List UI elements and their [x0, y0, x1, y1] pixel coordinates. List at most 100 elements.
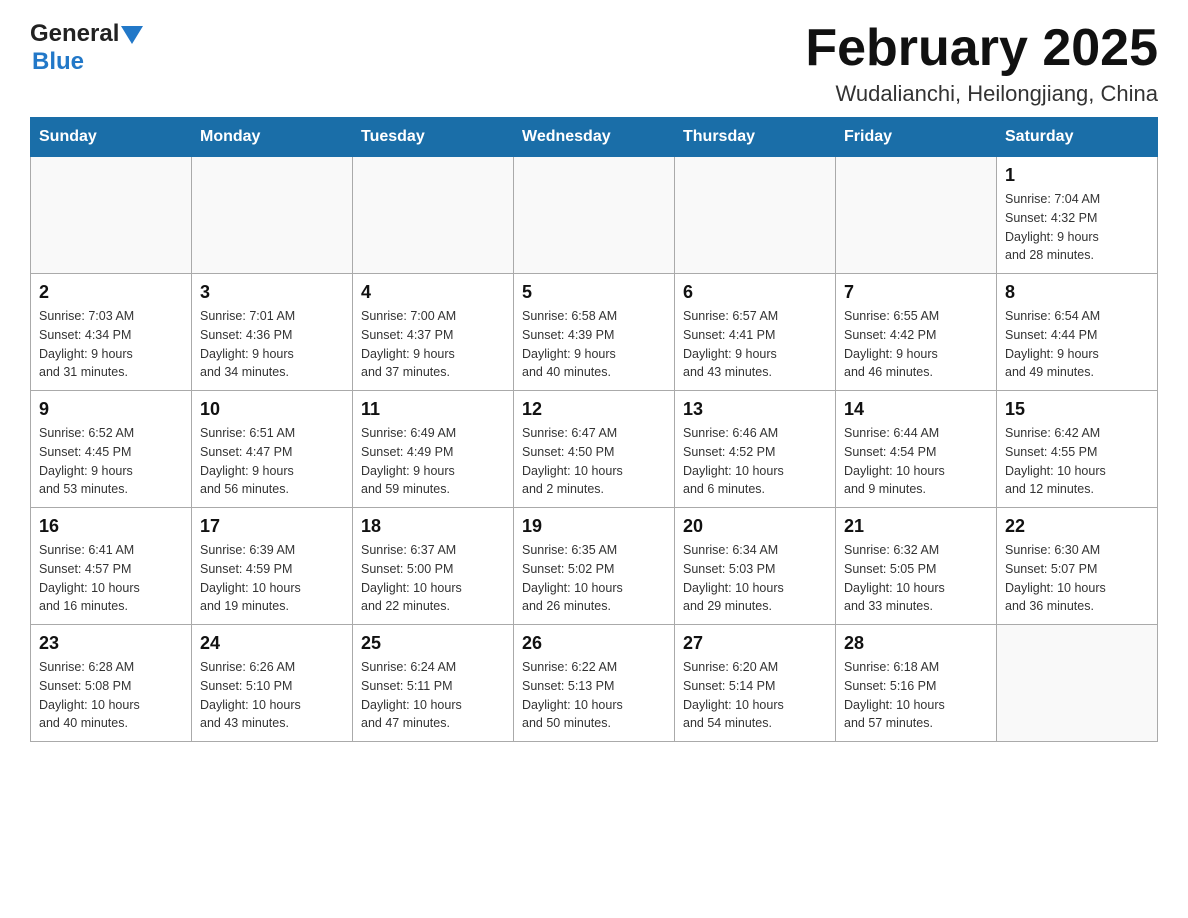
header-saturday: Saturday [997, 118, 1158, 157]
day-info: Sunrise: 6:20 AMSunset: 5:14 PMDaylight:… [683, 658, 827, 733]
day-info: Sunrise: 6:26 AMSunset: 5:10 PMDaylight:… [200, 658, 344, 733]
day-number: 5 [522, 282, 666, 303]
calendar-cell: 16 Sunrise: 6:41 AMSunset: 4:57 PMDayligh… [31, 508, 192, 625]
logo-blue-text: Blue [32, 48, 84, 76]
calendar-cell: 13Sunrise: 6:46 AMSunset: 4:52 PMDayligh… [675, 391, 836, 508]
day-info: Sunrise: 6:37 AMSunset: 5:00 PMDaylight:… [361, 541, 505, 616]
day-info: Sunrise: 6:58 AMSunset: 4:39 PMDaylight:… [522, 307, 666, 382]
calendar-cell [675, 157, 836, 274]
calendar-cell: 18 Sunrise: 6:37 AMSunset: 5:00 PMDayligh… [353, 508, 514, 625]
day-number: 17 [200, 516, 344, 537]
header-thursday: Thursday [675, 118, 836, 157]
day-info: Sunrise: 6:44 AMSunset: 4:54 PMDaylight:… [844, 424, 988, 499]
header-sunday: Sunday [31, 118, 192, 157]
calendar-title: February 2025 [805, 20, 1158, 77]
day-info: Sunrise: 6:42 AMSunset: 4:55 PMDaylight:… [1005, 424, 1149, 499]
day-number: 12 [522, 399, 666, 420]
day-info: Sunrise: 6:51 AMSunset: 4:47 PMDaylight:… [200, 424, 344, 499]
day-number: 7 [844, 282, 988, 303]
calendar-cell: 5 Sunrise: 6:58 AMSunset: 4:39 PMDaylight… [514, 274, 675, 391]
calendar-cell: 12 Sunrise: 6:47 AMSunset: 4:50 PMDayligh… [514, 391, 675, 508]
day-number: 3 [200, 282, 344, 303]
logo: General Blue [30, 20, 143, 76]
logo-triangle-icon [121, 26, 143, 44]
calendar-header: Sunday Monday Tuesday Wednesday Thursday… [31, 118, 1158, 157]
day-number: 1 [1005, 165, 1149, 186]
calendar-cell: 11 Sunrise: 6:49 AMSunset: 4:49 PMDayligh… [353, 391, 514, 508]
calendar-cell [31, 157, 192, 274]
calendar-cell: 20 Sunrise: 6:34 AMSunset: 5:03 PMDayligh… [675, 508, 836, 625]
day-number: 27 [683, 633, 827, 654]
day-number: 14 [844, 399, 988, 420]
day-number: 25 [361, 633, 505, 654]
day-info: Sunrise: 6:39 AMSunset: 4:59 PMDaylight:… [200, 541, 344, 616]
calendar-cell: 27 Sunrise: 6:20 AMSunset: 5:14 PMDayligh… [675, 625, 836, 742]
calendar-cell: 28 Sunrise: 6:18 AMSunset: 5:16 PMDayligh… [836, 625, 997, 742]
calendar-table: Sunday Monday Tuesday Wednesday Thursday… [30, 117, 1158, 742]
calendar-cell: 9 Sunrise: 6:52 AMSunset: 4:45 PMDaylight… [31, 391, 192, 508]
calendar-cell [836, 157, 997, 274]
logo-general-text: General [30, 20, 119, 48]
header-row: Sunday Monday Tuesday Wednesday Thursday… [31, 118, 1158, 157]
day-number: 11 [361, 399, 505, 420]
day-info: Sunrise: 6:30 AMSunset: 5:07 PMDaylight:… [1005, 541, 1149, 616]
calendar-subtitle: Wudalianchi, Heilongjiang, China [805, 81, 1158, 107]
day-number: 8 [1005, 282, 1149, 303]
calendar-cell: 23 Sunrise: 6:28 AMSunset: 5:08 PMDayligh… [31, 625, 192, 742]
calendar-cell: 6 Sunrise: 6:57 AMSunset: 4:41 PMDaylight… [675, 274, 836, 391]
header-wednesday: Wednesday [514, 118, 675, 157]
calendar-cell: 25 Sunrise: 6:24 AMSunset: 5:11 PMDayligh… [353, 625, 514, 742]
day-info: Sunrise: 6:18 AMSunset: 5:16 PMDaylight:… [844, 658, 988, 733]
day-number: 23 [39, 633, 183, 654]
day-info: Sunrise: 6:34 AMSunset: 5:03 PMDaylight:… [683, 541, 827, 616]
day-number: 10 [200, 399, 344, 420]
day-number: 19 [522, 516, 666, 537]
day-info: Sunrise: 6:55 AMSunset: 4:42 PMDaylight:… [844, 307, 988, 382]
calendar-cell: 14 Sunrise: 6:44 AMSunset: 4:54 PMDayligh… [836, 391, 997, 508]
calendar-cell: 1Sunrise: 7:04 AMSunset: 4:32 PMDaylight… [997, 157, 1158, 274]
calendar-cell: 24Sunrise: 6:26 AMSunset: 5:10 PMDayligh… [192, 625, 353, 742]
day-number: 16 [39, 516, 183, 537]
calendar-cell [192, 157, 353, 274]
calendar-cell: 26Sunrise: 6:22 AMSunset: 5:13 PMDayligh… [514, 625, 675, 742]
calendar-week-4: 16 Sunrise: 6:41 AMSunset: 4:57 PMDayligh… [31, 508, 1158, 625]
calendar-cell [353, 157, 514, 274]
calendar-week-2: 2Sunrise: 7:03 AMSunset: 4:34 PMDaylight… [31, 274, 1158, 391]
header-friday: Friday [836, 118, 997, 157]
day-number: 6 [683, 282, 827, 303]
calendar-body: 1Sunrise: 7:04 AMSunset: 4:32 PMDaylight… [31, 157, 1158, 742]
day-number: 20 [683, 516, 827, 537]
day-info: Sunrise: 6:24 AMSunset: 5:11 PMDaylight:… [361, 658, 505, 733]
day-info: Sunrise: 6:52 AMSunset: 4:45 PMDaylight:… [39, 424, 183, 499]
day-info: Sunrise: 7:01 AMSunset: 4:36 PMDaylight:… [200, 307, 344, 382]
page-header: General Blue February 2025 Wudalianchi, … [30, 20, 1158, 107]
calendar-week-3: 9 Sunrise: 6:52 AMSunset: 4:45 PMDaylight… [31, 391, 1158, 508]
day-info: Sunrise: 6:22 AMSunset: 5:13 PMDaylight:… [522, 658, 666, 733]
day-info: Sunrise: 6:54 AMSunset: 4:44 PMDaylight:… [1005, 307, 1149, 382]
calendar-cell: 19 Sunrise: 6:35 AMSunset: 5:02 PMDayligh… [514, 508, 675, 625]
day-number: 4 [361, 282, 505, 303]
day-number: 21 [844, 516, 988, 537]
title-block: February 2025 Wudalianchi, Heilongjiang,… [805, 20, 1158, 107]
day-info: Sunrise: 6:28 AMSunset: 5:08 PMDaylight:… [39, 658, 183, 733]
day-info: Sunrise: 6:57 AMSunset: 4:41 PMDaylight:… [683, 307, 827, 382]
day-number: 15 [1005, 399, 1149, 420]
day-info: Sunrise: 6:49 AMSunset: 4:49 PMDaylight:… [361, 424, 505, 499]
day-info: Sunrise: 6:46 AMSunset: 4:52 PMDaylight:… [683, 424, 827, 499]
day-number: 28 [844, 633, 988, 654]
calendar-cell [514, 157, 675, 274]
calendar-cell: 7 Sunrise: 6:55 AMSunset: 4:42 PMDaylight… [836, 274, 997, 391]
day-info: Sunrise: 6:35 AMSunset: 5:02 PMDaylight:… [522, 541, 666, 616]
day-info: Sunrise: 6:41 AMSunset: 4:57 PMDaylight:… [39, 541, 183, 616]
calendar-cell: 8 Sunrise: 6:54 AMSunset: 4:44 PMDaylight… [997, 274, 1158, 391]
day-info: Sunrise: 6:47 AMSunset: 4:50 PMDaylight:… [522, 424, 666, 499]
day-info: Sunrise: 6:32 AMSunset: 5:05 PMDaylight:… [844, 541, 988, 616]
day-number: 22 [1005, 516, 1149, 537]
calendar-cell: 15 Sunrise: 6:42 AMSunset: 4:55 PMDayligh… [997, 391, 1158, 508]
calendar-cell: 22 Sunrise: 6:30 AMSunset: 5:07 PMDayligh… [997, 508, 1158, 625]
day-number: 18 [361, 516, 505, 537]
day-number: 9 [39, 399, 183, 420]
calendar-cell: 21 Sunrise: 6:32 AMSunset: 5:05 PMDayligh… [836, 508, 997, 625]
calendar-cell [997, 625, 1158, 742]
calendar-week-5: 23 Sunrise: 6:28 AMSunset: 5:08 PMDayligh… [31, 625, 1158, 742]
